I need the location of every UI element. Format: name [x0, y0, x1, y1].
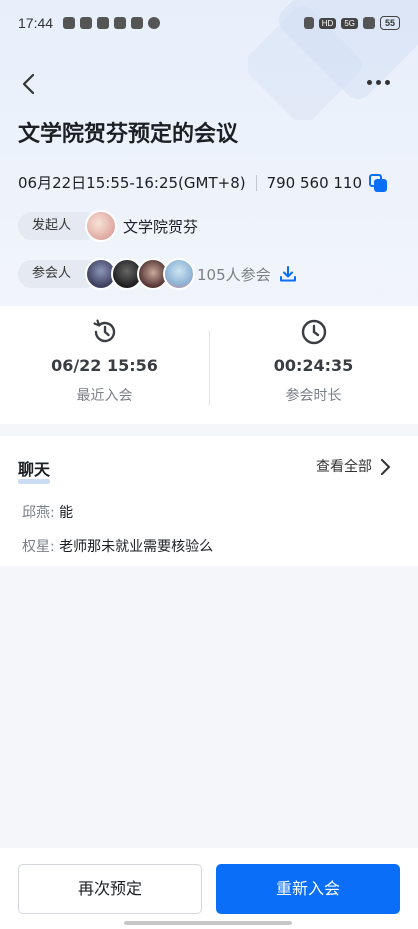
- recent-join-label: 最近入会: [76, 388, 133, 404]
- recent-join-value: 06/22 15:56: [51, 356, 158, 375]
- chat-message: 权星: 老师那未就业需要核验么: [22, 536, 213, 556]
- qq-icon: [80, 17, 93, 29]
- download-icon[interactable]: [279, 265, 297, 283]
- participants-row[interactable]: 参会人 105人参会: [18, 258, 297, 290]
- hd-badge: HD: [318, 17, 337, 29]
- message-text: 能: [59, 505, 74, 521]
- status-bar: 17:44 HD 5G 55: [0, 0, 418, 46]
- more-options-icon[interactable]: [367, 80, 390, 85]
- wechat-icon: [97, 17, 110, 29]
- message-icon: [148, 17, 161, 29]
- nav-bar: [0, 62, 418, 106]
- view-all-link[interactable]: 查看全部: [316, 456, 372, 476]
- chat-title: 聊天: [18, 460, 51, 479]
- page-title: 文学院贺芬预定的会议: [18, 122, 239, 147]
- home-indicator[interactable]: [124, 921, 292, 925]
- network-badge: 5G: [341, 17, 358, 29]
- rejoin-button[interactable]: 重新入会: [216, 864, 400, 914]
- copy-icon[interactable]: [368, 173, 388, 193]
- meeting-info: 06月22日15:55-16:25(GMT+8) 790 560 110: [18, 172, 388, 193]
- message-text: 老师那未就业需要核验么: [59, 539, 214, 555]
- app-notification-icon: [63, 17, 76, 29]
- avatar[interactable]: [85, 210, 118, 242]
- duration-label: 参会时长: [285, 388, 342, 404]
- status-time: 17:44: [18, 15, 54, 31]
- message-sender: 权星:: [22, 539, 60, 555]
- host-row: 发起人 文学院贺芬: [18, 210, 198, 242]
- meeting-stats: 06/22 15:56 最近入会 00:24:35 参会时长: [0, 306, 418, 424]
- vibrate-icon: [303, 17, 314, 29]
- chat-section: 聊天 查看全部 邱燕: 能 权星: 老师那未就业需要核验么: [0, 436, 418, 566]
- app-notification-icon: [114, 17, 127, 29]
- back-icon[interactable]: [18, 72, 42, 96]
- notification-icons: [63, 17, 161, 29]
- avatar: [163, 258, 196, 290]
- history-icon: [92, 319, 115, 343]
- chevron-right-icon[interactable]: [378, 458, 392, 476]
- reschedule-button[interactable]: 再次预定: [18, 864, 202, 914]
- chat-message: 邱燕: 能: [22, 502, 73, 522]
- wifi-icon: [362, 17, 375, 29]
- stat-duration: 00:24:35 参会时长: [209, 306, 418, 424]
- app-notification-icon: [131, 17, 144, 29]
- clock-icon: [301, 319, 326, 345]
- meeting-time-range: 06月22日15:55-16:25(GMT+8): [18, 174, 246, 192]
- meeting-id: 790 560 110: [266, 173, 363, 192]
- view-all-label: 查看全部: [316, 459, 372, 475]
- stat-recent-join: 06/22 15:56 最近入会: [0, 306, 209, 424]
- participant-count: 105人参会: [197, 265, 271, 284]
- bottom-action-bar: 再次预定 重新入会: [0, 848, 418, 929]
- host-name: 文学院贺芬: [123, 217, 199, 236]
- message-sender: 邱燕:: [22, 505, 60, 521]
- battery-indicator: 55: [379, 16, 400, 30]
- system-indicators: HD 5G 55: [303, 16, 400, 30]
- duration-value: 00:24:35: [273, 356, 354, 375]
- divider: [255, 174, 257, 191]
